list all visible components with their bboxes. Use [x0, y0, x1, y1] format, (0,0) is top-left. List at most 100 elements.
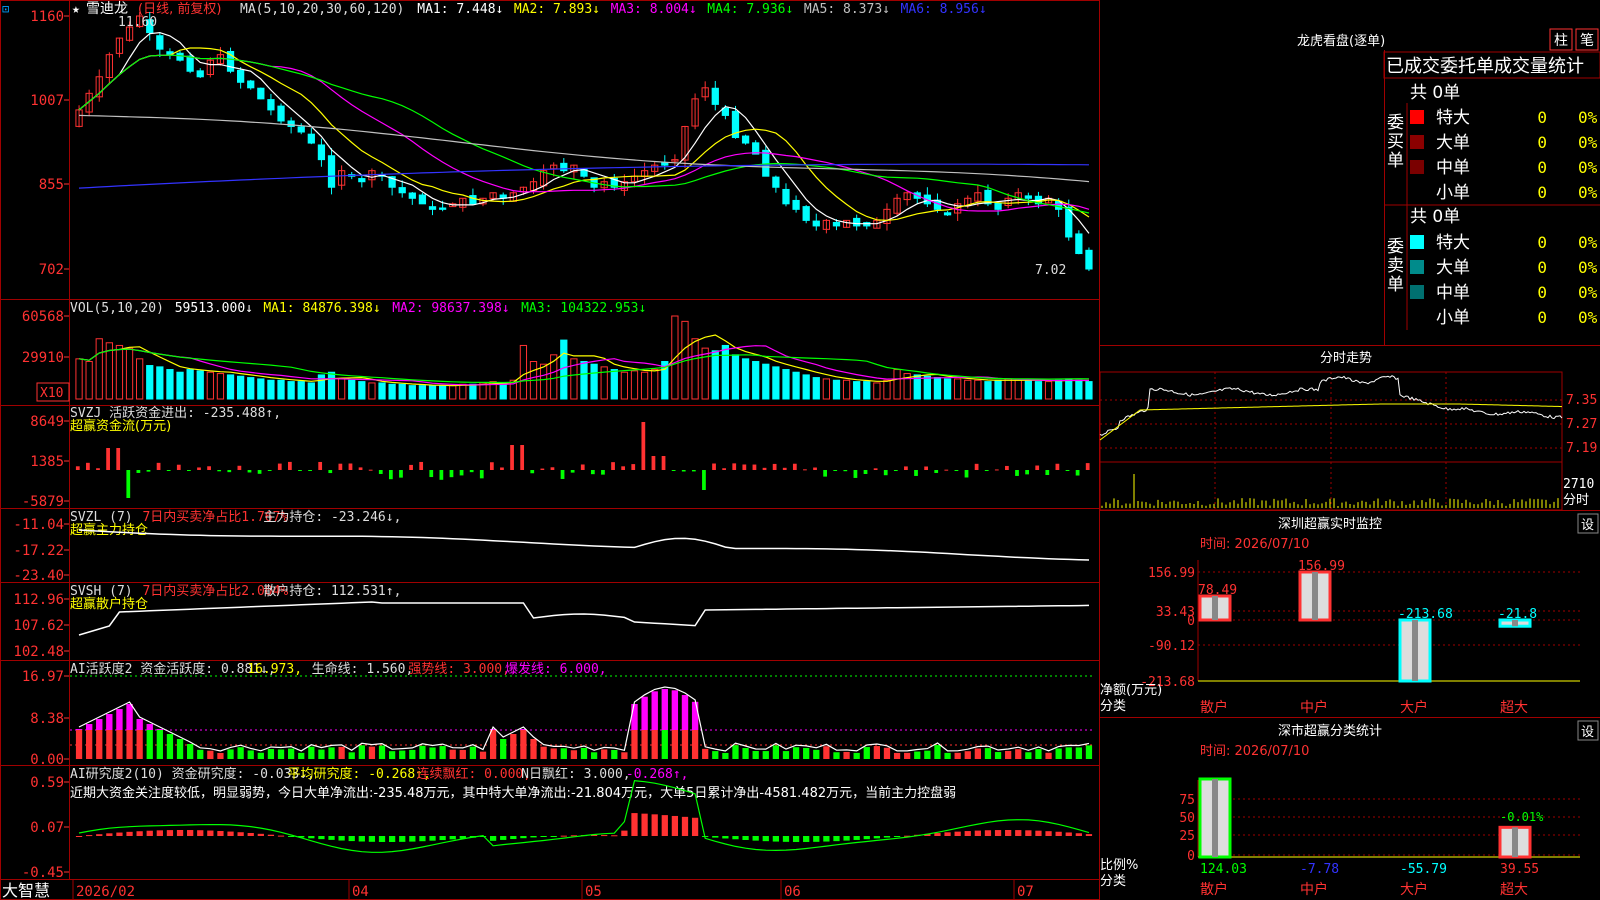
- order-count-0: 0: [1537, 233, 1547, 252]
- vol-bar: [964, 379, 972, 400]
- vol-bar: [469, 383, 477, 400]
- vol-bar: [994, 379, 1002, 400]
- flow-bar: [388, 470, 393, 480]
- ai1-bar: [500, 739, 507, 759]
- fl-axis-2: 25: [1179, 829, 1195, 844]
- ai1-bar: [833, 752, 840, 759]
- ai2-bar: [247, 832, 254, 836]
- header-item-1: 平均研究度: -0.268↑,: [288, 766, 431, 782]
- vol-bar: [802, 374, 810, 400]
- sell-side-label: 委卖单: [1387, 237, 1404, 295]
- ai2-bar: [964, 831, 971, 836]
- flow-bar: [752, 464, 757, 470]
- vlabel-char-0: 委: [1387, 237, 1404, 257]
- vol-bar: [499, 382, 507, 400]
- ai1-bar: [601, 749, 608, 759]
- fl-value-3: 39.55: [1500, 862, 1539, 877]
- ai2-bar: [984, 830, 992, 836]
- candle-body: [358, 178, 366, 183]
- tab-orders[interactable]: 委托单: [1440, 56, 1494, 77]
- ai2-bar: [166, 830, 174, 836]
- ai1-bar: [439, 746, 446, 759]
- flow-bar: [671, 470, 676, 471]
- ai1-bar: [924, 750, 931, 759]
- order-count-0: 0: [1537, 108, 1547, 127]
- flow-bar: [590, 470, 595, 475]
- ai2-bar: [86, 835, 93, 837]
- sz-value-0: 78.49: [1198, 583, 1237, 598]
- fl-settings-button[interactable]: 设: [1581, 725, 1594, 740]
- order-pct-2: 0%: [1578, 283, 1598, 302]
- vol-bar: [954, 378, 962, 400]
- flow-bar: [994, 469, 999, 471]
- flow-bar: [287, 461, 292, 470]
- vol-bar: [883, 379, 891, 400]
- ai2-axis-tick-1: 0.07: [30, 820, 64, 836]
- ai1-bar: [409, 749, 416, 759]
- menu-icon[interactable]: ⊡: [2, 2, 9, 16]
- zhu-button[interactable]: 柱: [1554, 33, 1568, 49]
- vlabel-char-2: 单: [1387, 275, 1404, 295]
- ai1-bar: [227, 749, 234, 759]
- order-name-0: 特大: [1436, 233, 1470, 253]
- vol-bar: [287, 381, 295, 400]
- ai2-bar: [661, 815, 668, 836]
- star-icon: ★: [72, 2, 80, 17]
- ai1-bar: [540, 746, 547, 759]
- sz-time: 时间: 2026/07/10: [1200, 537, 1309, 552]
- flow-bar: [813, 467, 817, 470]
- flow-bar: [409, 464, 413, 470]
- vol-axis-tick-1: 29910: [22, 350, 64, 366]
- bi-button[interactable]: 笔: [1580, 33, 1594, 49]
- sz-cat-3: 超大: [1500, 700, 1528, 716]
- vol-bar: [519, 344, 528, 400]
- ai1-bar: [550, 748, 557, 759]
- vol-bar: [873, 382, 881, 400]
- tab-volume-stats[interactable]: 成交量统计: [1494, 56, 1584, 77]
- ai1-bar: [338, 746, 345, 759]
- ai2-bar: [803, 836, 810, 842]
- ai1-bar: [742, 748, 749, 759]
- ai1-bar: [419, 745, 426, 759]
- flow-bar: [681, 470, 686, 472]
- high-price-note: 11.60: [118, 15, 157, 30]
- date-tick-0: 2026/02: [76, 884, 135, 900]
- ai2-bar: [1045, 831, 1052, 836]
- ai2-bar: [560, 835, 567, 837]
- candle-body: [297, 126, 305, 133]
- sz-bar-stripe-2: [1412, 620, 1418, 681]
- flow-bar: [1045, 470, 1050, 476]
- vol-bar: [186, 369, 194, 400]
- header-item-3: N日飘红: 3.000,: [521, 766, 630, 782]
- tab-filled[interactable]: 已成交: [1386, 56, 1440, 77]
- sz-ylabel: 净额(万元): [1100, 683, 1162, 698]
- vol-bar: [822, 378, 831, 400]
- sz-monitor-title: 深圳超赢实时监控: [1278, 516, 1382, 532]
- vol-bar: [307, 382, 315, 400]
- vlabel-char-1: 买: [1387, 132, 1404, 152]
- ai1-bar: [611, 749, 618, 759]
- ai1-bar: [298, 752, 305, 759]
- ai2-bar: [742, 836, 749, 840]
- flow-bar: [348, 463, 353, 470]
- intraday-vol-label: 2710: [1563, 477, 1594, 492]
- vol-bar: [378, 382, 386, 400]
- flow-bar: [1005, 465, 1009, 470]
- ai1-panel: [70, 675, 1094, 759]
- candle-body: [237, 69, 245, 83]
- order-swatch-1: [1410, 135, 1424, 149]
- vol-bar: [327, 371, 336, 400]
- ai1-bar: [813, 749, 820, 759]
- sz-cat-0: 散户: [1200, 699, 1228, 716]
- candle-body: [802, 206, 810, 221]
- vol-bar: [85, 361, 93, 400]
- ai2-bar: [348, 836, 355, 842]
- order-name-0: 特大: [1436, 108, 1470, 128]
- sz-value-2: -213.68: [1398, 607, 1453, 622]
- ai2-bar: [75, 836, 83, 837]
- vol-bar: [277, 379, 285, 400]
- vol-bar: [136, 358, 144, 400]
- flow-bar: [904, 466, 908, 470]
- sz-settings-button[interactable]: 设: [1581, 518, 1594, 533]
- svzl-axis-tick-2: -23.40: [13, 568, 64, 584]
